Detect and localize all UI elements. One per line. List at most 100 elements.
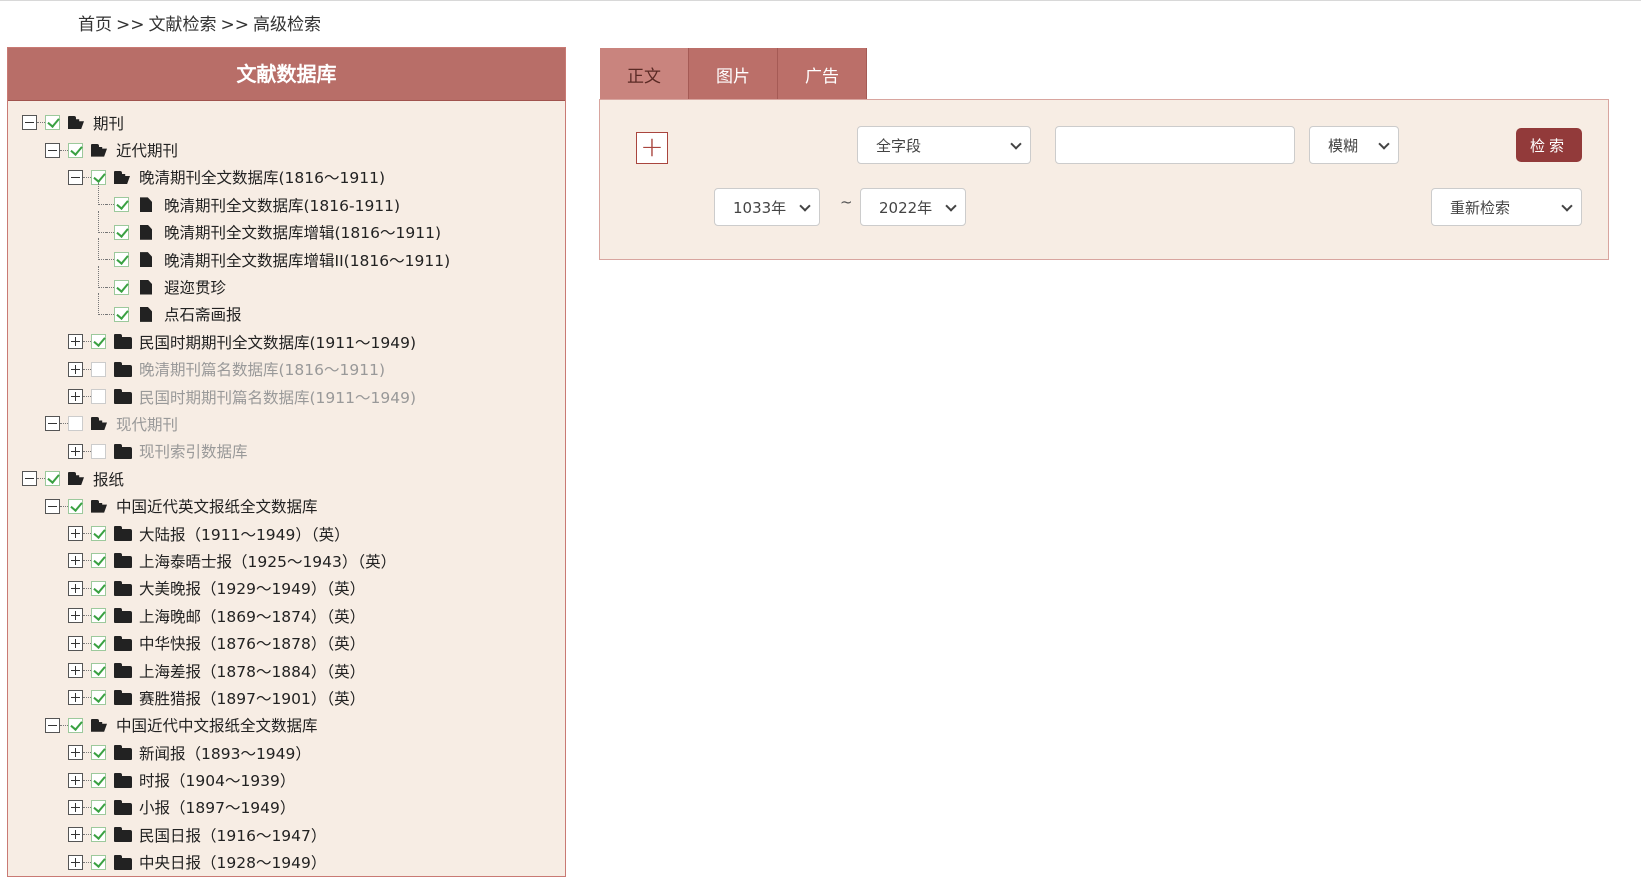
expand-icon[interactable]	[68, 772, 83, 788]
expand-icon[interactable]	[68, 663, 83, 678]
collapse-icon[interactable]	[68, 169, 83, 185]
collapse-icon[interactable]	[45, 416, 60, 432]
match-mode-select[interactable]: 模糊	[1309, 126, 1399, 164]
tree-node-label[interactable]: 现代期刊	[116, 413, 178, 435]
tab-text[interactable]: 正文	[600, 48, 689, 100]
tree-checkbox[interactable]	[91, 334, 106, 350]
tree-node-label[interactable]: 小报（1897～1949）	[139, 796, 295, 818]
tree-node-label[interactable]: 期刊	[93, 112, 124, 134]
tree-node-label[interactable]: 赛胜猎报（1897～1901）（英）	[139, 687, 365, 709]
collapse-icon[interactable]	[45, 498, 60, 514]
tree-connector	[83, 587, 91, 589]
tree-checkbox[interactable]	[91, 635, 106, 651]
tree-node-label[interactable]: 民国时期期刊全文数据库(1911～1949)	[139, 331, 416, 353]
field-select[interactable]: 全字段	[857, 126, 1031, 164]
tree-checkbox[interactable]	[91, 580, 106, 596]
tree-checkbox[interactable]	[68, 498, 83, 514]
tree-node-label[interactable]: 上海泰晤士报（1925～1943）（英）	[139, 550, 396, 572]
collapse-icon[interactable]	[45, 717, 60, 733]
expand-icon[interactable]	[68, 854, 83, 870]
tree-node-label[interactable]: 晚清期刊全文数据库(1816～1911)	[139, 166, 385, 188]
tree-checkbox[interactable]	[114, 252, 129, 268]
tree-node-label[interactable]: 新闻报（1893～1949）	[139, 742, 311, 764]
tree-connector	[83, 341, 91, 343]
expand-icon[interactable]	[68, 608, 83, 624]
expand-icon[interactable]	[68, 635, 83, 651]
tree-node-label[interactable]: 中国近代英文报纸全文数据库	[116, 495, 318, 517]
tree-checkbox[interactable]	[91, 443, 106, 459]
tree-checkbox[interactable]	[114, 197, 129, 213]
tree-node-label[interactable]: 中国近代中文报纸全文数据库	[116, 714, 318, 736]
expand-icon[interactable]	[68, 389, 83, 405]
search-input[interactable]	[1055, 126, 1295, 164]
tree-node-label[interactable]: 晚清期刊全文数据库增辑(1816～1911)	[164, 221, 441, 243]
tree-checkbox[interactable]	[68, 416, 83, 432]
tree-node-label[interactable]: 中央日报（1928～1949）	[139, 851, 326, 873]
tab-ads[interactable]: 广告	[778, 48, 867, 100]
tree-checkbox[interactable]	[91, 745, 106, 761]
tree-node-label[interactable]: 上海晚邮（1869～1874）（英）	[139, 605, 365, 627]
expand-icon[interactable]	[68, 745, 83, 761]
expand-icon[interactable]	[68, 334, 83, 350]
tree-node-label[interactable]: 晚清期刊全文数据库(1816-1911)	[164, 194, 400, 216]
tree-node-label[interactable]: 中华快报（1876～1878）（英）	[139, 632, 365, 654]
tree-checkbox[interactable]	[114, 279, 129, 295]
tree-checkbox[interactable]	[114, 224, 129, 240]
breadcrumb-literature-search[interactable]: 文献检索	[149, 15, 217, 35]
folder-open-icon	[68, 471, 86, 486]
expand-icon[interactable]	[68, 526, 83, 542]
tree-checkbox[interactable]	[114, 306, 129, 322]
year-from-select[interactable]: 1033年	[714, 188, 820, 226]
tree-checkbox[interactable]	[91, 854, 106, 870]
tree-node-label[interactable]: 时报（1904～1939）	[139, 769, 295, 791]
tree-node-label[interactable]: 现刊索引数据库	[139, 440, 248, 462]
tree-checkbox[interactable]	[91, 608, 106, 624]
collapse-icon[interactable]	[22, 471, 37, 487]
collapse-icon[interactable]	[22, 115, 37, 131]
folder-icon	[114, 663, 132, 678]
expand-icon[interactable]	[68, 827, 83, 843]
year-to-select[interactable]: 2022年	[860, 188, 966, 226]
tree-node-label[interactable]: 民国时期期刊篇名数据库(1911～1949)	[139, 386, 416, 408]
tree-checkbox[interactable]	[45, 471, 60, 487]
year-range-separator: ~	[840, 193, 853, 211]
expand-icon[interactable]	[68, 580, 83, 596]
tree-node-label[interactable]: 报纸	[93, 468, 124, 490]
tree-checkbox[interactable]	[91, 690, 106, 706]
tree-node-label[interactable]: 大美晚报（1929～1949）（英）	[139, 577, 365, 599]
tree-node-label[interactable]: 大陆报（1911～1949）（英）	[139, 523, 350, 545]
tree-node-label[interactable]: 晚清期刊全文数据库增辑II(1816～1911)	[164, 249, 450, 271]
tree-checkbox[interactable]	[91, 772, 106, 788]
research-mode-select[interactable]: 重新检索	[1431, 188, 1582, 226]
tree-checkbox[interactable]	[91, 389, 106, 405]
tree-node-label[interactable]: 近代期刊	[116, 139, 178, 161]
tree-node-label[interactable]: 民国日报（1916～1947）	[139, 824, 326, 846]
folder-icon	[114, 526, 132, 542]
tab-images[interactable]: 图片	[689, 48, 778, 100]
tree-node: 晚清期刊篇名数据库(1816～1911)	[8, 356, 565, 383]
file-icon	[140, 306, 152, 322]
tree-checkbox[interactable]	[45, 115, 60, 131]
collapse-icon[interactable]	[45, 142, 60, 158]
expand-icon[interactable]	[68, 553, 83, 569]
tree-checkbox[interactable]	[91, 799, 106, 815]
add-condition-button[interactable]: +	[636, 132, 668, 164]
expand-icon[interactable]	[68, 799, 83, 815]
expand-icon[interactable]	[68, 690, 83, 706]
tree-checkbox[interactable]	[91, 553, 106, 569]
folder-open-icon	[91, 143, 109, 158]
tree-checkbox[interactable]	[91, 526, 106, 542]
expand-icon[interactable]	[68, 443, 83, 459]
tree-checkbox[interactable]	[68, 717, 83, 733]
search-button[interactable]: 检索	[1516, 128, 1582, 162]
tree-checkbox[interactable]	[91, 361, 106, 377]
tree-node-label[interactable]: 遐迩贯珍	[164, 276, 226, 298]
tree-checkbox[interactable]	[91, 663, 106, 678]
breadcrumb-home[interactable]: 首页	[78, 15, 112, 35]
tree-node-label[interactable]: 点石斋画报	[164, 303, 242, 325]
tree-node-label[interactable]: 上海差报（1878～1884）（英）	[139, 660, 365, 682]
tree-node-label[interactable]: 晚清期刊篇名数据库(1816～1911)	[139, 358, 385, 380]
tree-checkbox[interactable]	[68, 142, 83, 158]
tree-checkbox[interactable]	[91, 827, 106, 843]
expand-icon[interactable]	[68, 361, 83, 377]
